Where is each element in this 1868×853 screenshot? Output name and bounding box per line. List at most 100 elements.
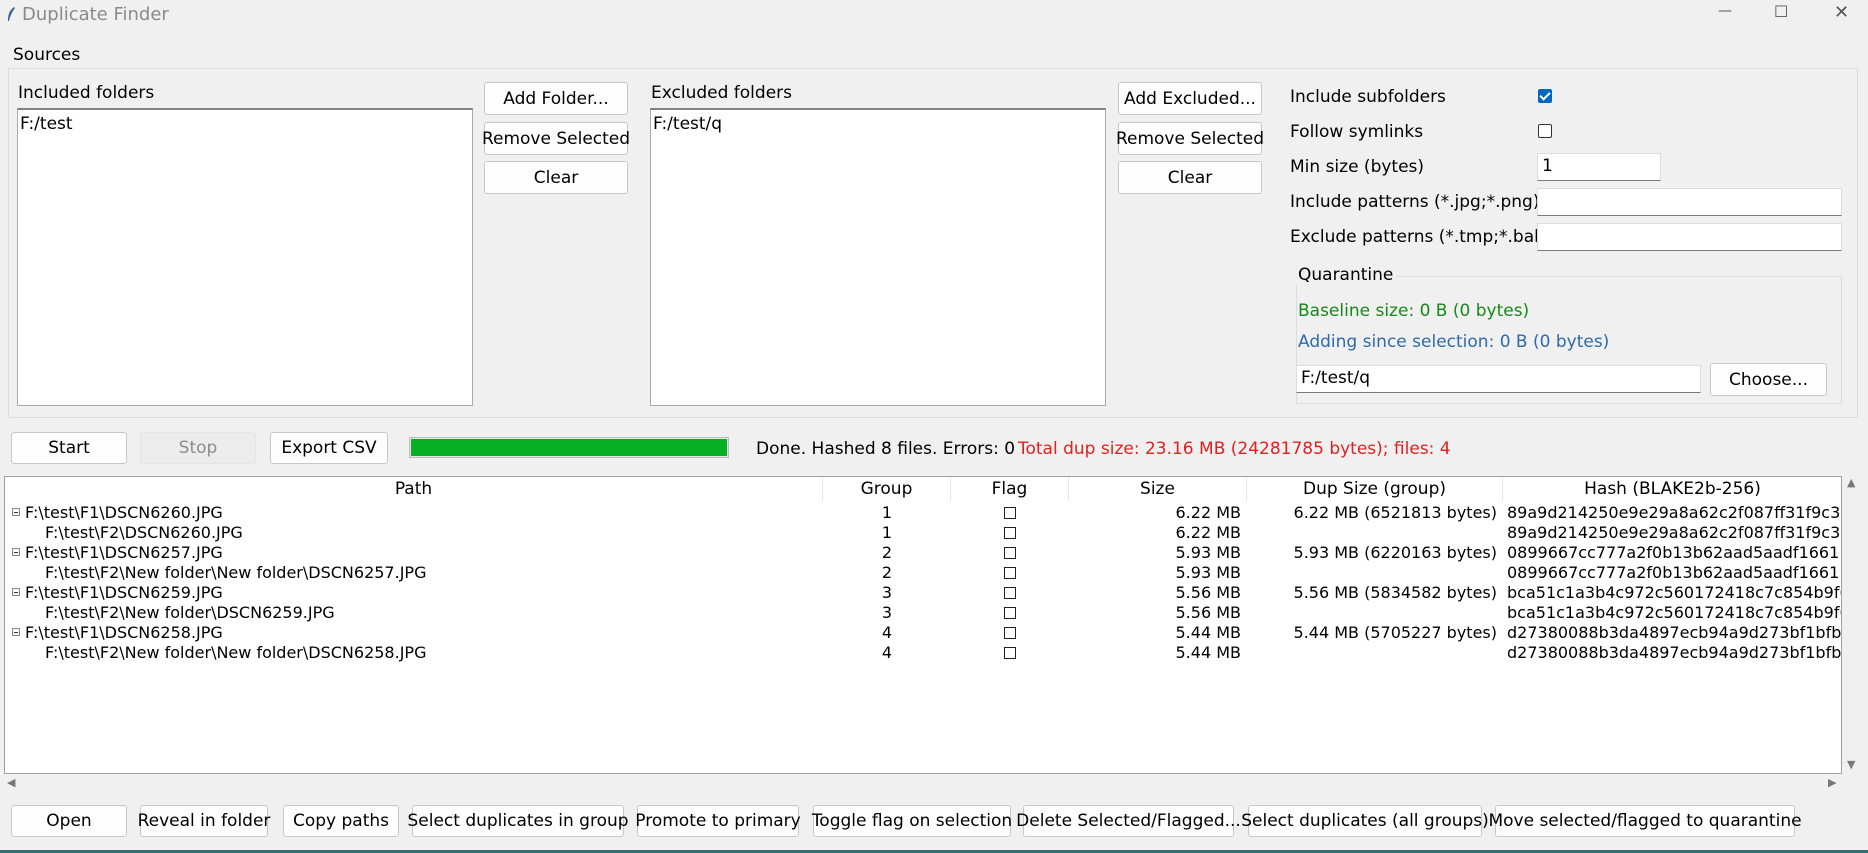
cell-group: 3 xyxy=(881,603,893,622)
add-excluded-button[interactable]: Add Excluded... xyxy=(1118,82,1262,115)
remove-selected-included-button[interactable]: Remove Selected xyxy=(482,122,630,155)
feather-icon xyxy=(8,7,15,21)
progress-fill xyxy=(411,439,727,456)
status-text: Done. Hashed 8 files. Errors: 0 xyxy=(756,439,1016,459)
reveal-in-folder-button[interactable]: Reveal in folder xyxy=(138,805,270,837)
min-size-label: Min size (bytes) xyxy=(1290,157,1425,177)
move-to-quarantine-button[interactable]: Move selected/flagged to quarantine xyxy=(1488,805,1802,837)
choose-quarantine-button[interactable]: Choose... xyxy=(1710,363,1827,396)
scroll-left-icon[interactable]: ◀ xyxy=(7,776,15,789)
cell-group: 2 xyxy=(881,543,893,562)
cell-group: 4 xyxy=(881,623,893,642)
clear-excluded-button[interactable]: Clear xyxy=(1118,161,1262,194)
select-duplicates-in-group-button[interactable]: Select duplicates in group xyxy=(407,805,629,837)
cell-hash: 0899667cc777a2f0b13b62aad5aadf1661 xyxy=(1507,563,1840,582)
column-header-flag[interactable]: Flag xyxy=(951,477,1069,501)
cell-size: 6.22 MB xyxy=(1175,503,1242,522)
toggle-flag-button[interactable]: Toggle flag on selection xyxy=(812,805,1012,837)
column-header-size[interactable]: Size xyxy=(1069,477,1247,501)
export-csv-button[interactable]: Export CSV xyxy=(270,432,388,464)
cell-path: F:\test\F1\DSCN6257.JPG xyxy=(25,543,223,562)
cell-path: F:\test\F2\New folder\New folder\DSCN625… xyxy=(45,563,427,582)
collapse-icon[interactable] xyxy=(12,508,20,516)
cell-group: 1 xyxy=(881,523,893,542)
cell-size: 5.44 MB xyxy=(1175,623,1242,642)
cell-group: 3 xyxy=(881,583,893,602)
cell-group: 4 xyxy=(881,643,893,662)
table-row[interactable]: F:\test\F1\DSCN6257.JPG 2 5.93 MB 5.93 MB (… xyxy=(5,543,1841,563)
table-row[interactable]: F:\test\F2\DSCN6260.JPG 1 6.22 MB 89a9d2142… xyxy=(5,523,1841,543)
flag-checkbox[interactable] xyxy=(1004,587,1016,599)
stop-button[interactable]: Stop xyxy=(140,432,256,464)
delete-selected-flagged-button[interactable]: Delete Selected/Flagged... xyxy=(1016,805,1241,837)
include-patterns-label: Include patterns (*.jpg;*.png) xyxy=(1290,192,1540,212)
flag-checkbox[interactable] xyxy=(1004,527,1016,539)
table-row[interactable]: F:\test\F2\New folder\New folder\DSCN625… xyxy=(5,563,1841,583)
exclude-patterns-input[interactable] xyxy=(1537,223,1842,251)
cell-size: 5.56 MB xyxy=(1175,603,1242,622)
horizontal-scrollbar[interactable]: ◀ ▶ xyxy=(4,776,1842,792)
exclude-patterns-label: Exclude patterns (*.tmp;*.bak) xyxy=(1290,227,1551,247)
column-header-path[interactable]: Path xyxy=(5,477,823,501)
collapse-icon[interactable] xyxy=(12,588,20,596)
promote-to-primary-button[interactable]: Promote to primary xyxy=(635,805,801,837)
included-folders-list[interactable]: F:/test xyxy=(17,108,473,406)
table-row[interactable]: F:\test\F1\DSCN6260.JPG 1 6.22 MB 6.22 MB (… xyxy=(5,503,1841,523)
cell-path: F:\test\F2\New folder\New folder\DSCN625… xyxy=(45,643,427,662)
maximize-icon[interactable]: ☐ xyxy=(1774,2,1788,21)
cell-path: F:\test\F1\DSCN6260.JPG xyxy=(25,503,223,522)
list-item[interactable]: F:/test xyxy=(20,114,73,134)
quarantine-path-input[interactable]: F:/test/q xyxy=(1296,365,1701,393)
cell-hash: bca51c1a3b4c972c560172418c7c854b9f6 xyxy=(1507,603,1842,622)
progress-bar xyxy=(409,437,729,458)
add-folder-button[interactable]: Add Folder... xyxy=(484,82,628,115)
cell-path: F:\test\F2\New folder\DSCN6259.JPG xyxy=(45,603,335,622)
collapse-icon[interactable] xyxy=(12,628,20,636)
flag-checkbox[interactable] xyxy=(1004,627,1016,639)
flag-checkbox[interactable] xyxy=(1004,607,1016,619)
follow-symlinks-label: Follow symlinks xyxy=(1290,122,1424,142)
adding-since-selection-text: Adding since selection: 0 B (0 bytes) xyxy=(1298,332,1610,352)
close-icon[interactable]: ✕ xyxy=(1834,2,1849,23)
cell-hash: 89a9d214250e9e29a8a62c2f087ff31f9c3b xyxy=(1507,523,1842,542)
scroll-right-icon[interactable]: ▶ xyxy=(1828,776,1836,789)
table-row[interactable]: F:\test\F2\New folder\New folder\DSCN625… xyxy=(5,643,1841,663)
remove-selected-excluded-button[interactable]: Remove Selected xyxy=(1116,122,1264,155)
cell-size: 5.56 MB xyxy=(1175,583,1242,602)
table-row[interactable]: F:\test\F1\DSCN6258.JPG 4 5.44 MB 5.44 MB (… xyxy=(5,623,1841,643)
list-item[interactable]: F:/test/q xyxy=(653,114,722,134)
collapse-icon[interactable] xyxy=(12,548,20,556)
table-row[interactable]: F:\test\F2\New folder\DSCN6259.JPG 3 5.56 … xyxy=(5,603,1841,623)
select-duplicates-all-groups-button[interactable]: Select duplicates (all groups) xyxy=(1241,805,1489,837)
include-subfolders-label: Include subfolders xyxy=(1290,87,1446,107)
cell-group: 1 xyxy=(881,503,893,522)
clear-included-button[interactable]: Clear xyxy=(484,161,628,194)
include-subfolders-checkbox[interactable] xyxy=(1538,89,1552,103)
include-patterns-input[interactable] xyxy=(1537,188,1842,216)
scroll-up-icon[interactable]: ▲ xyxy=(1847,476,1855,489)
vertical-scrollbar[interactable]: ▲ ▼ xyxy=(1843,476,1863,774)
follow-symlinks-checkbox[interactable] xyxy=(1538,124,1552,138)
cell-group: 2 xyxy=(881,563,893,582)
start-button[interactable]: Start xyxy=(11,432,127,464)
cell-hash: bca51c1a3b4c972c560172418c7c854b9f6 xyxy=(1507,583,1842,602)
cell-hash: d27380088b3da4897ecb94a9d273bf1bfb xyxy=(1507,643,1842,662)
scroll-down-icon[interactable]: ▼ xyxy=(1847,758,1855,771)
flag-checkbox[interactable] xyxy=(1004,647,1016,659)
flag-checkbox[interactable] xyxy=(1004,547,1016,559)
results-tree[interactable]: Path Group Flag Size Dup Size (group) Hash (B… xyxy=(4,476,1842,774)
open-button[interactable]: Open xyxy=(11,805,127,837)
table-row[interactable]: F:\test\F1\DSCN6259.JPG 3 5.56 MB 5.56 MB (… xyxy=(5,583,1841,603)
column-header-hash[interactable]: Hash (BLAKE2b-256) xyxy=(1503,477,1841,501)
cell-dup-size: 5.93 MB (6220163 bytes) xyxy=(1293,543,1497,562)
flag-checkbox[interactable] xyxy=(1004,507,1016,519)
cell-dup-size: 5.56 MB (5834582 bytes) xyxy=(1293,583,1497,602)
minimize-icon[interactable]: — xyxy=(1718,3,1732,19)
cell-size: 6.22 MB xyxy=(1175,523,1242,542)
flag-checkbox[interactable] xyxy=(1004,567,1016,579)
copy-paths-button[interactable]: Copy paths xyxy=(283,805,399,837)
column-header-dup-size[interactable]: Dup Size (group) xyxy=(1247,477,1503,501)
column-header-group[interactable]: Group xyxy=(823,477,951,501)
excluded-folders-list[interactable]: F:/test/q xyxy=(650,108,1106,406)
min-size-input[interactable]: 1 xyxy=(1537,153,1661,181)
